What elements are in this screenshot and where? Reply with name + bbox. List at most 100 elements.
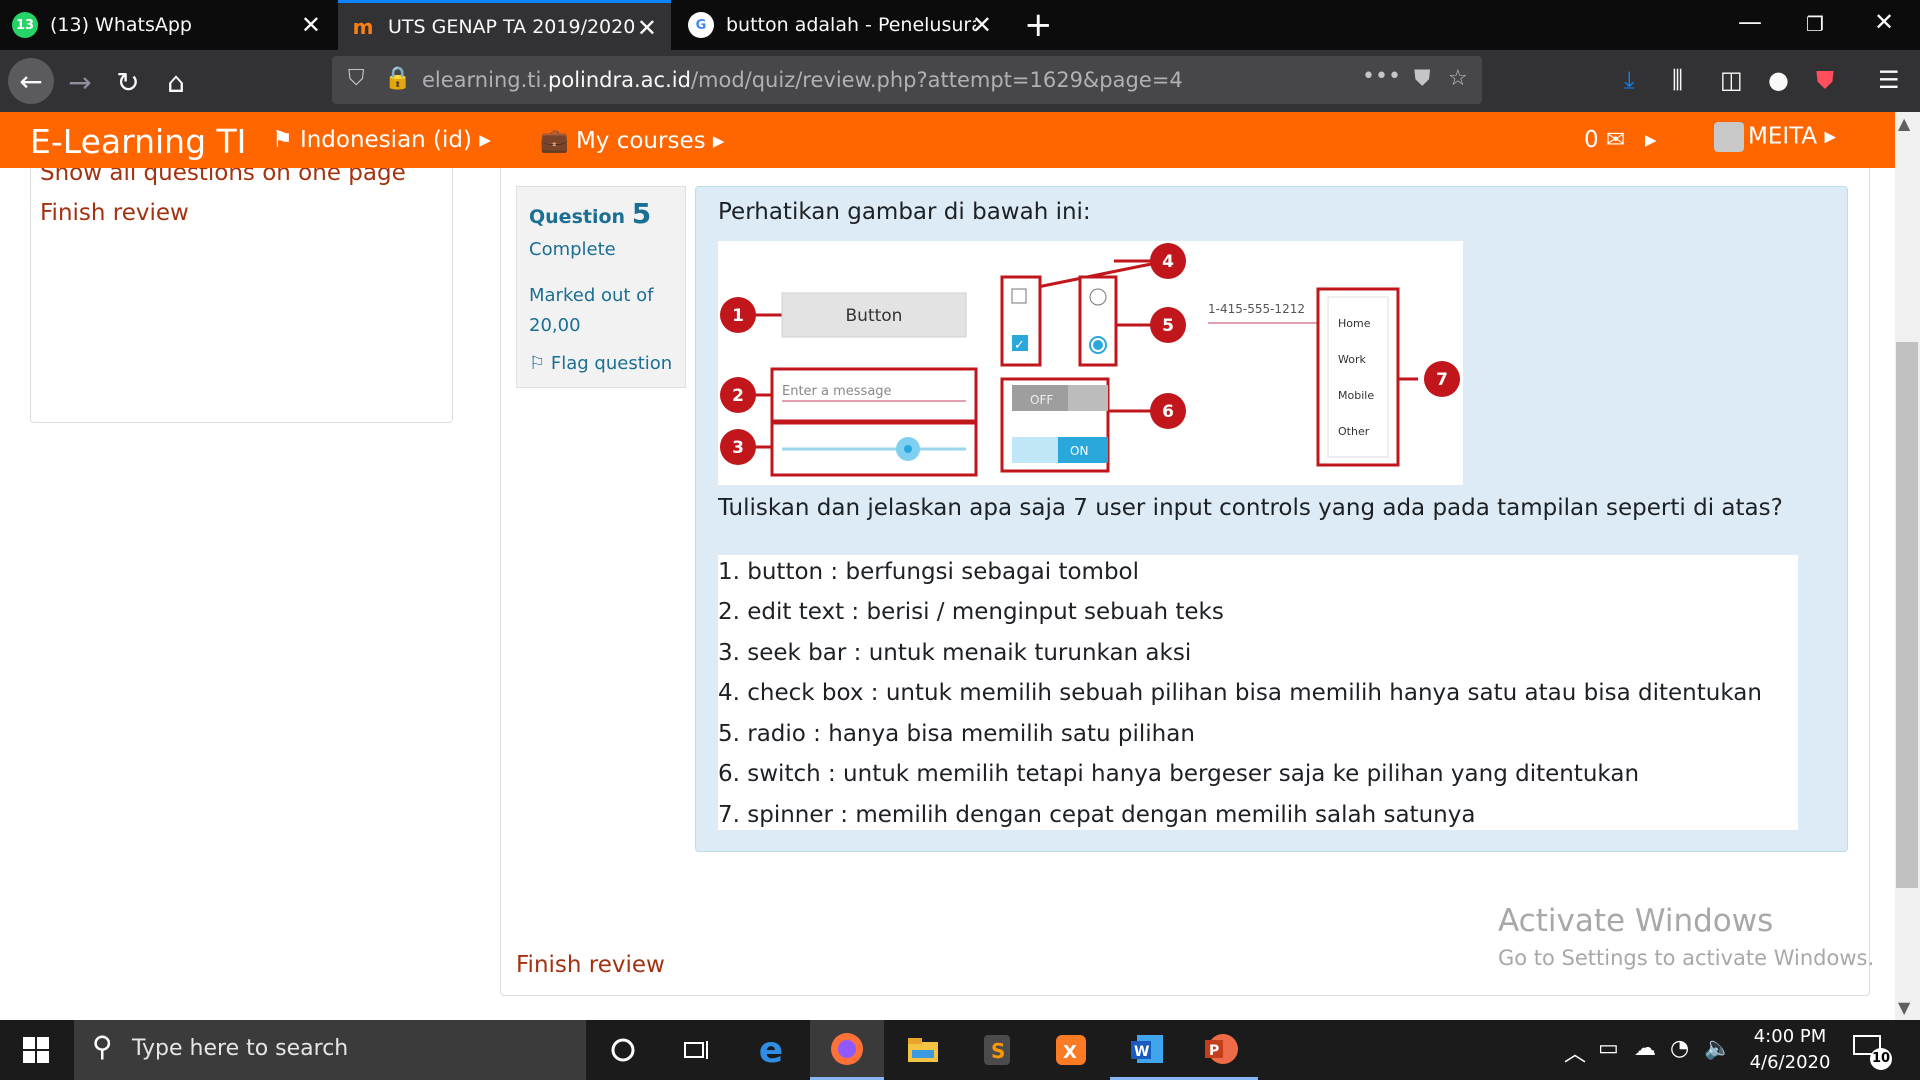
moodle-icon: m [352,14,374,39]
volume-icon[interactable]: 🔈 [1704,1036,1731,1061]
svg-text:Button: Button [846,306,903,326]
language-menu[interactable]: ⚑ Indonesian (id) ▸ [272,127,491,153]
sublime-text-icon[interactable]: S [960,1020,1034,1080]
svg-text:W: W [1134,1044,1149,1060]
question-grade: Marked out of 20,00 [529,285,654,336]
start-button[interactable] [0,1020,72,1080]
google-icon: G [688,12,714,38]
restore-icon[interactable]: ❐ [1806,12,1824,36]
question-number: Question 5 [529,197,652,230]
caret-right-icon: ▸ [1824,123,1837,150]
pocket-toolbar-icon[interactable]: ⛊ [1816,66,1834,94]
reload-icon[interactable]: ↻ [108,62,148,102]
forward-arrow-icon[interactable]: → [60,62,100,102]
answer-line: 3. seek bar : untuk menaik turunkan aksi [718,640,1192,666]
answer-line: 4. check box : untuk memilih sebuah pili… [718,680,1762,706]
messages-menu[interactable]: 0 ✉ [1584,127,1625,153]
library-icon[interactable]: ⫼ [1672,66,1683,94]
tab-uts-genap[interactable]: m UTS GENAP TA 2019/2020 ✕ [338,0,671,50]
home-icon[interactable]: ⌂ [156,62,196,102]
question-text: Tuliskan dan jelaskan apa saja 7 user in… [718,495,1783,521]
windows-taskbar: ⚲ Type here to search e S X W P ︿ ▭ ☁ ◔ … [0,1020,1920,1080]
url-text[interactable]: elearning.ti.polindra.ac.id/mod/quiz/rev… [422,68,1183,92]
wifi-icon[interactable]: ◔ [1670,1036,1689,1061]
site-brand[interactable]: E-Learning TI [30,122,246,161]
task-view-icon[interactable] [660,1020,734,1080]
page-content: Show all questions on one page Finish re… [0,168,1895,1020]
minimize-icon[interactable]: — [1738,8,1762,36]
svg-text:Work: Work [1338,353,1366,366]
tab-google-search[interactable]: G button adalah - Penelusuran Go ✕ [676,0,1006,50]
tab-whatsapp[interactable]: 13 (13) WhatsApp ✕ [0,0,335,50]
word-icon[interactable]: W [1110,1020,1184,1080]
show-hidden-icons-icon[interactable]: ︿ [1564,1036,1586,1068]
whatsapp-icon: 13 [12,12,38,38]
question-state: Complete [529,239,616,260]
answer-line: 1. button : berfungsi sebagai tombol [718,559,1140,585]
svg-text:7: 7 [1436,370,1448,390]
question-prompt: Perhatikan gambar di bawah ini: [718,199,1091,225]
answer-line: 7. spinner : memilih dengan cepat dengan… [718,802,1476,828]
system-clock[interactable]: 4:00 PM 4/6/2020 [1740,1024,1840,1076]
finish-review-link-bottom[interactable]: Finish review [516,952,665,978]
user-menu[interactable]: MEITA ▸ [1714,122,1836,152]
menu-hamburger-icon[interactable]: ☰ [1878,66,1900,94]
action-center-icon[interactable]: 10 [1852,1034,1892,1070]
account-icon[interactable]: ● [1768,66,1789,94]
back-arrow-icon[interactable]: ← [8,58,54,104]
svg-text:5: 5 [1162,316,1174,336]
answer-line: 2. edit text : berisi / menginput sebuah… [718,599,1224,625]
avatar [1714,122,1744,152]
close-tab-icon[interactable]: ✕ [301,11,321,39]
flag-icon: ⚑ [272,127,293,153]
tracking-shield-icon[interactable]: ⛉ [348,66,365,91]
xampp-icon[interactable]: X [1034,1020,1108,1080]
svg-text:ON: ON [1070,444,1088,458]
cortana-icon[interactable] [586,1020,660,1080]
taskbar-search[interactable]: ⚲ Type here to search [74,1020,586,1080]
pocket-icon[interactable]: ⛊ [1414,66,1431,91]
svg-text:✓: ✓ [1014,338,1025,353]
bookmark-star-icon[interactable]: ☆ [1448,66,1468,91]
window-close-icon[interactable]: ✕ [1874,8,1894,36]
scroll-down-icon[interactable]: ▼ [1898,998,1910,1017]
tab-label: (13) WhatsApp [50,14,192,36]
scroll-up-icon[interactable]: ▲ [1898,114,1910,133]
flag-question-button[interactable]: ⚐ Flag question [529,353,672,374]
close-tab-icon[interactable]: ✕ [637,14,657,42]
svg-text:2: 2 [732,386,744,406]
briefcase-icon: 💼 [540,128,569,154]
svg-text:3: 3 [732,438,744,458]
answer-box: 1. button : berfungsi sebagai tombol 2. … [718,555,1798,830]
caret-right-icon: ▸ [712,128,725,154]
insecure-lock-icon[interactable]: 🔒 [384,66,411,91]
file-explorer-icon[interactable] [886,1020,960,1080]
search-placeholder: Type here to search [132,1036,349,1061]
notifications-caret-icon[interactable]: ▸ [1645,127,1657,153]
windows-logo-icon [23,1037,49,1063]
activate-windows-title: Activate Windows [1498,903,1774,939]
svg-text:1-415-555-1212: 1-415-555-1212 [1208,302,1305,316]
page-actions-icon[interactable]: ••• [1362,64,1401,89]
sidebar-icon[interactable]: ◫ [1720,66,1743,94]
svg-text:Mobile: Mobile [1338,389,1374,402]
scrollbar-thumb[interactable] [1896,342,1918,888]
firefox-icon[interactable] [810,1020,884,1080]
flag-icon: ⚐ [529,353,546,374]
onedrive-cloud-icon[interactable]: ☁ [1634,1036,1656,1061]
finish-review-link[interactable]: Finish review [40,200,189,226]
svg-text:4: 4 [1162,252,1174,272]
edge-icon[interactable]: e [734,1020,808,1080]
user-input-controls-figure: Button Enter a message ✓ OFF ON 1-415-55… [718,241,1463,485]
address-bar[interactable]: ⛉ 🔒 elearning.ti.polindra.ac.id/mod/quiz… [332,56,1482,104]
new-tab-icon[interactable]: + [1024,5,1053,45]
powerpoint-icon[interactable]: P [1184,1020,1258,1080]
svg-text:Other: Other [1338,425,1370,438]
battery-icon[interactable]: ▭ [1598,1036,1619,1061]
my-courses-menu[interactable]: 💼 My courses ▸ [540,127,724,154]
clock-time: 4:00 PM [1753,1026,1827,1047]
answer-line: 5. radio : hanya bisa memilih satu pilih… [718,721,1195,747]
close-tab-icon[interactable]: ✕ [972,11,992,39]
downloads-icon[interactable]: ⤓ [1624,66,1635,94]
show-all-questions-link[interactable]: Show all questions on one page [40,168,406,186]
